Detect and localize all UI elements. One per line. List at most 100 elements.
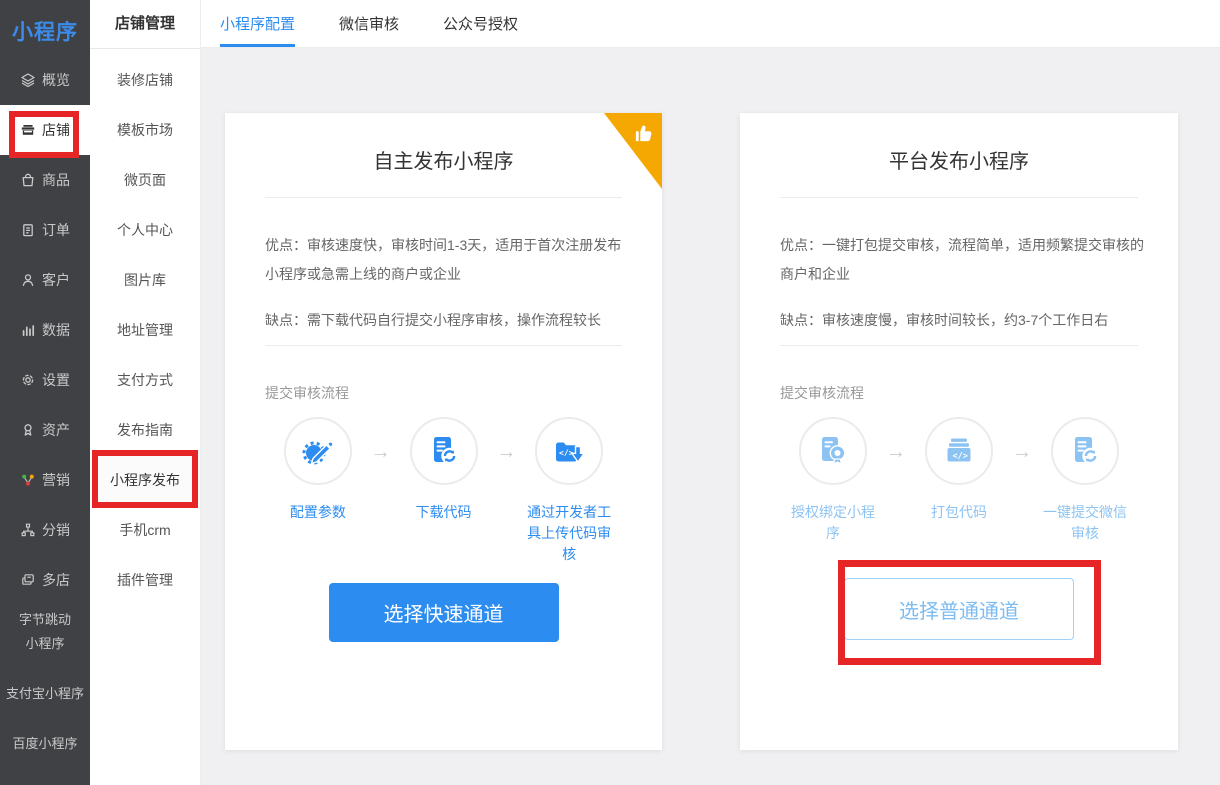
submenu-item-address-management[interactable]: 地址管理 [90,305,200,355]
flow-step: </> 打包代码 [906,417,1012,544]
sidebar-item-data[interactable]: 数据 [0,305,90,355]
sidebar-item-distribution[interactable]: 分销 [0,505,90,555]
multistore-icon [20,572,36,588]
sidebar-item-label: 店铺 [42,120,70,140]
sidebar-item-label: 客户 [42,270,70,290]
sidebar-item-label: 概览 [42,70,70,90]
package-code-icon: </> [942,434,976,468]
settings-gear-icon [20,372,36,388]
tab-label: 小程序配置 [220,13,295,34]
submenu-item-plugin-management[interactable]: 插件管理 [90,555,200,605]
customers-person-icon [20,272,36,288]
step-circle [799,417,867,485]
arrow-icon: → [496,441,516,565]
sidebar-item-label: 营销 [42,470,70,490]
flow-title: 提交审核流程 [265,383,349,403]
sidebar-item-label: 分销 [42,520,70,540]
normal-channel-button[interactable]: 选择普通通道 [844,578,1074,640]
submenu-item-micro-page[interactable]: 微页面 [90,155,200,205]
self-publish-card: 自主发布小程序 优点：审核速度快，审核时间1-3天，适用于首次注册发布小程序或急… [225,113,662,750]
upload-code-icon: </> [552,434,586,468]
submenu-item-template-market[interactable]: 模板市场 [90,105,200,155]
sidebar-item-label: 数据 [42,320,70,340]
card-description: 优点：审核速度快，审核时间1-3天，适用于首次注册发布小程序或急需上线的商户或企… [265,231,628,352]
submit-wechat-icon [1068,434,1102,468]
sidebar-item-orders[interactable]: 订单 [0,205,90,255]
arrow-icon: → [371,441,391,565]
step-label: 一键提交微信审核 [1038,502,1132,544]
shop-icon [20,122,36,138]
svg-text:</>: </> [953,451,968,461]
marketing-share-icon [20,472,36,488]
app-logo: 小程序 [0,16,90,46]
sidebar-item-label: 百度小程序 [12,736,77,751]
flow-step: 授权绑定小程序 [780,417,886,544]
authorize-bind-icon [816,434,850,468]
submenu-item-miniprogram-publish[interactable]: 小程序发布 [90,455,200,505]
flow-steps: 授权绑定小程序 → </> 打包代码 → 一键提交微信审核 [780,417,1138,544]
tab-label: 公众号授权 [443,13,518,34]
goods-bag-icon [20,172,36,188]
flow-steps: 配置参数 → 下载代码 → </> 通过开发者工具上传代码审核 [265,417,622,565]
download-code-icon [427,434,461,468]
active-tab-underline [220,44,295,47]
cons-text: 缺点：审核速度慢，审核时间较长，约3-7个工作日右 [780,306,1144,335]
sidebar-item-settings[interactable]: 设置 [0,355,90,405]
sidebar-item-assets[interactable]: 资产 [0,405,90,455]
submenu-header: 店铺管理 [90,0,200,49]
step-label: 打包代码 [912,502,1006,523]
primary-sidebar: 小程序 概览 店铺 商品 订单 客户 数据 设置 资产 营销 分销 [0,0,90,785]
tab-label: 微信审核 [339,13,399,34]
divider [780,197,1138,198]
submenu-item-personal-center[interactable]: 个人中心 [90,205,200,255]
sidebar-item-overview[interactable]: 概览 [0,55,90,105]
flow-step: 一键提交微信审核 [1032,417,1138,544]
step-label: 通过开发者工具上传代码审核 [522,502,616,565]
fast-channel-button[interactable]: 选择快速通道 [329,583,559,642]
flow-step: 下载代码 [391,417,497,565]
submenu-item-mobile-crm[interactable]: 手机crm [90,505,200,555]
pros-text: 优点：审核速度快，审核时间1-3天，适用于首次注册发布小程序或急需上线的商户或企… [265,231,628,289]
sidebar-item-bytedance-miniprogram[interactable]: 字节跳动小程序 [0,608,90,656]
layers-icon [20,72,36,88]
tab-bar: 小程序配置 微信审核 公众号授权 [200,0,1220,48]
main-content: 自主发布小程序 优点：审核速度快，审核时间1-3天，适用于首次注册发布小程序或急… [200,48,1220,785]
tab-miniprogram-config[interactable]: 小程序配置 [220,0,295,47]
divider [265,345,622,346]
data-bars-icon [20,322,36,338]
sidebar-item-baidu-miniprogram[interactable]: 百度小程序 [0,732,90,756]
tab-wechat-review[interactable]: 微信审核 [339,0,399,47]
sidebar-item-shop[interactable]: 店铺 [0,105,90,155]
submenu-item-publish-guide[interactable]: 发布指南 [90,405,200,455]
step-circle: </> [925,417,993,485]
sidebar-item-marketing[interactable]: 营销 [0,455,90,505]
sidebar-item-goods[interactable]: 商品 [0,155,90,205]
flow-step: 配置参数 [265,417,371,565]
step-circle: </> [535,417,603,485]
sidebar-item-customers[interactable]: 客户 [0,255,90,305]
divider [780,345,1138,346]
pros-text: 优点：一键打包提交审核，流程简单，适用频繁提交审核的商户和企业 [780,231,1144,289]
step-circle [410,417,478,485]
sidebar-item-alipay-miniprogram[interactable]: 支付宝小程序 [0,682,90,706]
flow-title: 提交审核流程 [780,383,864,403]
sidebar-item-label: 字节跳动小程序 [14,608,76,656]
configure-params-icon [301,434,335,468]
platform-publish-card: 平台发布小程序 优点：一键打包提交审核，流程简单，适用频繁提交审核的商户和企业 … [740,113,1178,750]
step-circle [1051,417,1119,485]
submenu-item-decorate-shop[interactable]: 装修店铺 [90,55,200,105]
tab-official-account-auth[interactable]: 公众号授权 [443,0,518,47]
thumbs-up-icon [631,120,657,146]
sidebar-item-multistore[interactable]: 多店 [0,555,90,605]
submenu-item-payment-method[interactable]: 支付方式 [90,355,200,405]
arrow-icon: → [886,441,906,544]
sidebar-item-label: 资产 [42,420,70,440]
flow-step: </> 通过开发者工具上传代码审核 [516,417,622,565]
sidebar-item-label: 订单 [42,220,70,240]
step-label: 配置参数 [271,502,365,523]
card-title: 自主发布小程序 [225,145,662,174]
orders-clipboard-icon [20,222,36,238]
sidebar-item-label: 支付宝小程序 [6,686,84,701]
card-title: 平台发布小程序 [740,145,1178,174]
submenu-item-image-library[interactable]: 图片库 [90,255,200,305]
